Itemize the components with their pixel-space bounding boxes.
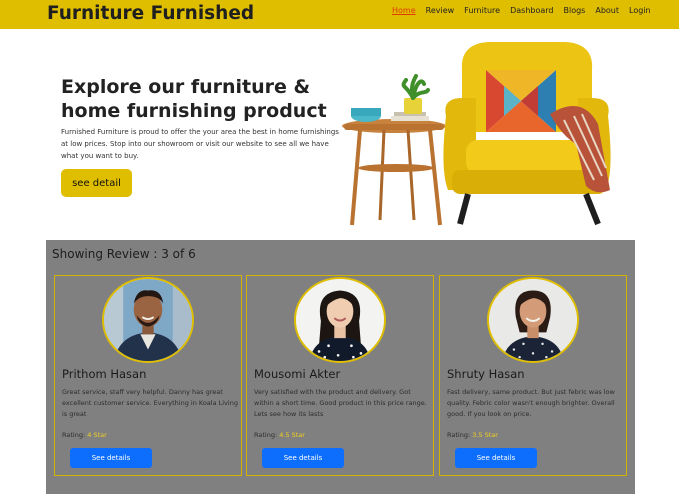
rating-value: 4 Star [87,431,107,439]
review-card: Mousomi Akter Very satisfied with the pr… [246,275,434,476]
nav-link-home[interactable]: Home [392,6,416,15]
reviewer-avatar [294,277,386,363]
review-rating: Rating: 3.5 Star [447,431,498,439]
potted-plant-image [401,74,430,114]
navbar: Furniture Furnished Home Review Furnitur… [0,0,679,29]
review-rating: Rating: 4.5 Star [254,431,305,439]
hero-furniture-image [342,42,611,226]
review-heading: Showing Review : 3 of 6 [52,247,196,261]
reviewer-avatar-photo [296,279,384,361]
review-text: Great service, staff very helpful. Danny… [62,388,238,418]
reviewer-avatar [102,277,194,363]
review-section: Showing Review : 3 of 6 Prithom Hasan Gr… [46,240,635,494]
yellow-armchair-image [443,42,611,226]
nav-link-review[interactable]: Review [426,6,455,15]
review-rating: Rating: 4 Star [62,431,107,439]
brand-logo[interactable]: Furniture Furnished [47,3,254,24]
hero-description: Furnished Furniture is proud to offer th… [61,128,339,160]
nav-links: Home Review Furniture Dashboard Blogs Ab… [392,6,651,15]
nav-link-dashboard[interactable]: Dashboard [510,6,553,15]
nav-link-furniture[interactable]: Furniture [464,6,500,15]
review-card: Prithom Hasan Great service, staff very … [54,275,242,476]
review-text: Very satisfied with the product and deli… [254,388,427,418]
side-table-image [342,108,446,226]
nav-link-blogs[interactable]: Blogs [564,6,586,15]
reviewer-avatar-photo [104,279,192,361]
rating-value: 4.5 Star [279,431,305,439]
see-details-button[interactable]: See details [262,448,344,468]
review-card: Shruty Hasan Fast delivery, same product… [439,275,627,476]
see-details-button[interactable]: See details [70,448,152,468]
rating-value: 3.5 Star [472,431,498,439]
see-details-button[interactable]: See details [455,448,537,468]
see-detail-button[interactable]: see detail [61,169,132,197]
rating-label: Rating: [62,431,88,439]
nav-link-about[interactable]: About [595,6,619,15]
reviewer-name: Shruty Hasan [447,367,525,381]
review-text: Fast delivery, same product. But just fe… [447,388,615,418]
reviewer-name: Prithom Hasan [62,367,147,381]
reviewer-avatar [487,277,579,363]
rating-label: Rating: [254,431,280,439]
rating-label: Rating: [447,431,473,439]
nav-link-login[interactable]: Login [629,6,651,15]
reviewer-avatar-photo [489,279,577,361]
reviewer-name: Mousomi Akter [254,367,341,381]
hero-title: Explore our furniture & home furnishing … [61,76,327,122]
